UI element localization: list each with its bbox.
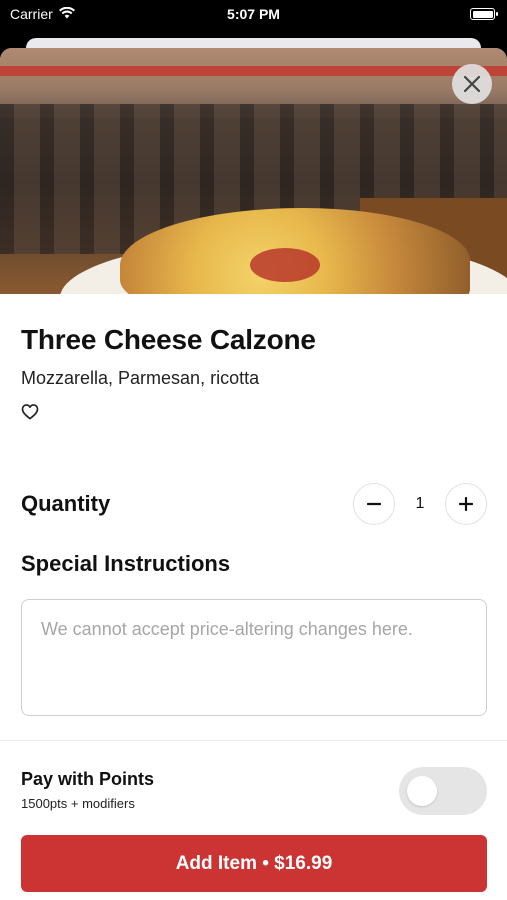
battery-icon — [470, 8, 498, 20]
pay-with-points-subtitle: 1500pts + modifiers — [21, 796, 135, 811]
add-item-button[interactable]: Add Item • $16.99 — [21, 835, 487, 892]
pay-with-points-toggle[interactable] — [399, 767, 487, 815]
quantity-value: 1 — [415, 495, 425, 512]
increment-button[interactable] — [445, 483, 487, 525]
item-description: Mozzarella, Parmesan, ricotta — [21, 368, 260, 388]
plus-icon — [459, 497, 473, 511]
close-button[interactable] — [452, 64, 492, 104]
heart-outline-icon — [21, 404, 39, 420]
close-icon — [463, 75, 481, 93]
pay-with-points-label: Pay with Points — [21, 769, 155, 789]
checkout-footer: Pay with Points 1500pts + modifiers Add … — [0, 740, 507, 900]
item-photo — [0, 48, 507, 294]
special-instructions-input[interactable] — [41, 617, 467, 698]
status-bar: Carrier 5:07 PM — [0, 0, 507, 30]
quantity-label: Quantity — [21, 491, 111, 516]
quantity-stepper: 1 — [353, 483, 487, 525]
decrement-button[interactable] — [353, 483, 395, 525]
special-instructions-label: Special Instructions — [21, 551, 231, 576]
item-title: Three Cheese Calzone — [21, 324, 316, 355]
status-time: 5:07 PM — [227, 6, 280, 22]
item-detail-sheet: Three Cheese Calzone Mozzarella, Parmesa… — [0, 48, 507, 900]
special-instructions-box — [21, 599, 487, 716]
quantity-row: Quantity 1 — [21, 482, 487, 526]
toggle-knob — [407, 776, 437, 806]
favorite-button[interactable] — [21, 403, 41, 423]
minus-icon — [367, 502, 381, 506]
